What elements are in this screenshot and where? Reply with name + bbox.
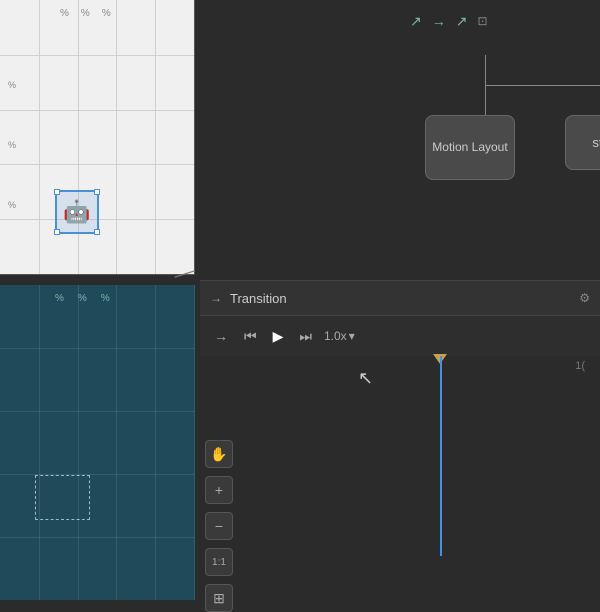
grid-icon: ⊞ (213, 590, 225, 607)
widget-bottom[interactable] (35, 475, 90, 520)
zoom-reset-btn[interactable]: 1:1 (205, 548, 233, 576)
motion-graph-panel: ↗ → ↗ ⊡ ▼ Motion Layout start end (200, 0, 600, 280)
play-btn[interactable]: ▶ (269, 326, 288, 347)
ruler-mark-3: % (102, 8, 111, 19)
transition-panel: → Transition ⚙ → ⏮ ▶ ⏭ 1.0x ▾ 1( (200, 280, 600, 600)
transition-header-arrow: → (210, 291, 222, 305)
left-mark-1: % (8, 80, 16, 90)
handle-tl[interactable] (54, 189, 60, 195)
graph-toolbar: ↗ → ↗ ⊡ (410, 12, 498, 30)
top-grid-canvas: % % % % % % 🤖 (0, 0, 194, 274)
handle-bl[interactable] (54, 229, 60, 235)
left-mark-3: % (8, 200, 16, 210)
handle-tr[interactable] (94, 189, 100, 195)
conn-line-top (485, 55, 486, 85)
robot-icon: 🤖 (63, 199, 90, 225)
transition-label: Transition (230, 291, 287, 306)
bottom-ruler-mark-1: % (55, 293, 64, 304)
handle-br[interactable] (94, 229, 100, 235)
bottom-grid-canvas: % % % (0, 285, 194, 600)
speed-selector[interactable]: 1.0x ▾ (324, 329, 355, 343)
hand-icon: ✋ (210, 446, 227, 463)
graph-area: ▼ Motion Layout start end (405, 55, 600, 265)
transition-settings-icon[interactable]: ⚙ (579, 291, 590, 305)
toolbar-icon-1[interactable]: ↗ (410, 13, 422, 30)
bottom-top-ruler: % % % (55, 293, 110, 304)
toolbar-icon-3[interactable]: ↗ (456, 13, 468, 30)
grid-toggle-btn[interactable]: ⊞ (205, 584, 233, 612)
zoom-out-btn[interactable]: − (205, 512, 233, 540)
minus-icon: − (215, 518, 223, 534)
toolbar-icon-2[interactable]: → (432, 13, 446, 29)
cursor-indicator: ↖ (358, 368, 373, 389)
left-ruler: % % % (8, 80, 16, 210)
zoom-in-btn[interactable]: + (205, 476, 233, 504)
node-start[interactable]: start (565, 115, 600, 170)
left-toolbar: ✋ + − 1:1 ⊞ (205, 440, 233, 612)
conn-line-down-left (485, 85, 486, 115)
timeline-marker: 1( (575, 360, 585, 372)
ruler-mark-2: % (81, 8, 90, 19)
skip-forward-btn[interactable]: ⏭ (295, 326, 316, 347)
left-mark-2: % (8, 140, 16, 150)
skip-back-btn[interactable]: ⏮ (240, 326, 261, 347)
ruler-mark-1: % (60, 8, 69, 19)
playback-controls: → ⏮ ▶ ⏭ 1.0x ▾ (200, 316, 600, 356)
conn-line-h (485, 85, 600, 86)
top-layout-panel: % % % % % % 🤖 (0, 0, 195, 275)
hand-tool-btn[interactable]: ✋ (205, 440, 233, 468)
toolbar-icon-4[interactable]: ⊡ (477, 12, 487, 30)
bottom-ruler-mark-3: % (101, 293, 110, 304)
top-ruler: % % % (60, 8, 111, 19)
zoom-label: 1:1 (212, 557, 226, 568)
bottom-layout-panel: % % % (0, 285, 195, 600)
widget-top[interactable]: 🤖 (55, 190, 99, 234)
plus-icon: + (215, 482, 223, 498)
play-arrow-btn[interactable]: → (210, 326, 232, 346)
node-motion-layout[interactable]: Motion Layout (425, 115, 515, 180)
bottom-ruler-mark-2: % (78, 293, 87, 304)
timeline-area[interactable]: 1( (200, 356, 600, 566)
transition-header: → Transition ⚙ (200, 281, 600, 316)
playhead-line (440, 356, 442, 556)
